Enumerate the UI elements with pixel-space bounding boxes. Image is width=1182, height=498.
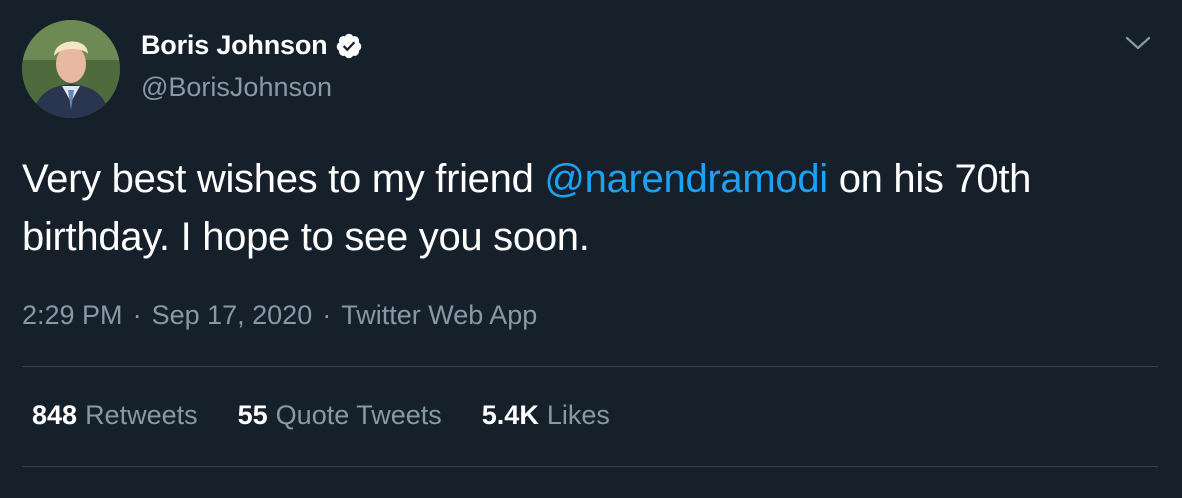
tweet-text: Very best wishes to my friend @narendram… <box>22 150 1142 266</box>
meta-separator: · <box>322 300 332 330</box>
retweets-stat[interactable]: 848 Retweets <box>32 400 198 431</box>
quote-tweets-stat[interactable]: 55 Quote Tweets <box>238 400 442 431</box>
user-handle[interactable]: @BorisJohnson <box>141 72 332 103</box>
retweets-label: Retweets <box>85 400 198 430</box>
tweet-meta: 2:29 PM · Sep 17, 2020 · Twitter Web App <box>22 300 537 331</box>
author-name-row: Boris Johnson <box>141 30 363 61</box>
tweet-text-before: Very best wishes to my friend <box>22 157 545 201</box>
chevron-down-icon[interactable] <box>1124 32 1152 54</box>
tweet-date[interactable]: Sep 17, 2020 <box>152 300 313 331</box>
tweet-source[interactable]: Twitter Web App <box>341 300 537 331</box>
quote-tweets-count: 55 <box>237 400 268 430</box>
tweet-card: Boris Johnson @BorisJohnson Very best wi… <box>0 0 1182 498</box>
divider <box>22 366 1158 367</box>
display-name[interactable]: Boris Johnson <box>141 30 328 61</box>
likes-stat[interactable]: 5.4K Likes <box>482 400 610 431</box>
likes-label: Likes <box>546 400 610 430</box>
likes-count: 5.4K <box>481 400 539 430</box>
verified-badge-icon <box>335 32 363 60</box>
tweet-time[interactable]: 2:29 PM <box>22 300 123 331</box>
quote-tweets-label: Quote Tweets <box>275 400 442 430</box>
mention-link[interactable]: @narendramodi <box>544 157 828 201</box>
meta-separator: · <box>132 300 142 330</box>
engagement-stats: 848 Retweets 55 Quote Tweets 5.4K Likes <box>32 400 650 431</box>
avatar[interactable] <box>22 20 120 118</box>
retweets-count: 848 <box>32 400 78 430</box>
divider <box>22 466 1158 467</box>
